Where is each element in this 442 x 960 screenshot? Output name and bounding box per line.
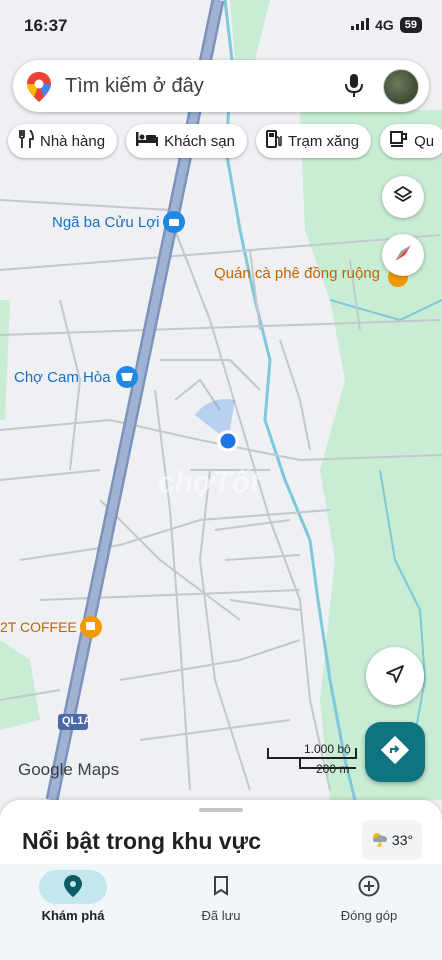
my-location-button[interactable] [366, 647, 424, 705]
nav-explore[interactable]: Khám phá [8, 870, 138, 923]
scale-metric: 200 m [316, 762, 350, 776]
chip-restaurant[interactable]: Nhà hàng [8, 124, 118, 158]
sheet-title: Nổi bật trong khu vực [22, 828, 261, 854]
google-maps-attribution: Google Maps [18, 760, 120, 779]
compass-button[interactable] [382, 234, 424, 276]
chip-hotel[interactable]: Khách sạn [126, 124, 247, 158]
status-time: 16:37 [24, 16, 68, 35]
chip-coffee[interactable]: Qu [380, 124, 442, 158]
coffee-icon [390, 131, 408, 151]
bottom-nav: Khám phá Đã lưu Đóng góp [0, 864, 442, 960]
search-input[interactable]: Tìm kiếm ở đây [65, 75, 204, 98]
map-label-2t-coffee[interactable]: 2T COFFEE [0, 619, 77, 635]
weather-chip[interactable]: 33° [362, 820, 422, 860]
directions-button[interactable] [365, 722, 425, 782]
sheet-drag-handle[interactable] [199, 808, 243, 812]
chip-gas-station[interactable]: Trạm xăng [255, 124, 372, 158]
nav-label: Đóng góp [340, 908, 398, 923]
restaurant-icon [18, 129, 34, 152]
chip-label: Qu [414, 132, 435, 150]
map-label-cho-cam-hoa[interactable]: Chợ Cam Hòa [14, 369, 111, 386]
bookmark-icon [213, 875, 229, 899]
add-circle-icon [358, 875, 380, 900]
explore-sheet[interactable]: Nổi bật trong khu vực 33° [0, 800, 442, 870]
nav-contribute[interactable]: Đóng góp [304, 870, 434, 923]
directions-icon [380, 735, 410, 769]
scale-imperial: 1.000 bộ [304, 742, 351, 756]
maps-pin-icon [27, 72, 51, 107]
hotel-icon [136, 132, 159, 150]
map-label-nga-ba[interactable]: Ngã ba Cửu Lợi [52, 214, 159, 231]
layers-button[interactable] [382, 176, 424, 218]
signal-icon [351, 17, 370, 33]
chip-label: Khách sạn [164, 132, 235, 150]
nav-label: Đã lưu [201, 908, 241, 923]
battery-icon: 59 [399, 17, 422, 33]
search-bar[interactable]: Tìm kiếm ở đây [13, 60, 429, 112]
chip-label: Nhà hàng [40, 132, 106, 150]
chip-label: Trạm xăng [287, 132, 360, 150]
avatar[interactable] [383, 69, 419, 105]
category-chips: Nhà hàng Khách sạn Trạm xăng Qu [8, 124, 442, 158]
layers-icon [393, 185, 413, 210]
watermark: chợTốt [158, 466, 260, 499]
thunderstorm-icon [371, 831, 389, 850]
temperature: 33° [391, 832, 414, 848]
compass-icon [392, 242, 414, 269]
map-label-quan-ca-phe[interactable]: Quán cà phê đồng ruộng [214, 265, 380, 282]
explore-icon [64, 874, 82, 900]
navigation-arrow-icon [385, 664, 405, 689]
status-bar: 16:37 4G 59 [0, 0, 442, 50]
gas-station-icon [265, 130, 282, 152]
nav-label: Khám phá [41, 908, 105, 923]
road-shield-label: QL1A [62, 715, 92, 727]
nav-saved[interactable]: Đã lưu [156, 870, 286, 923]
microphone-icon[interactable] [345, 74, 363, 103]
network-label: 4G [375, 17, 394, 33]
